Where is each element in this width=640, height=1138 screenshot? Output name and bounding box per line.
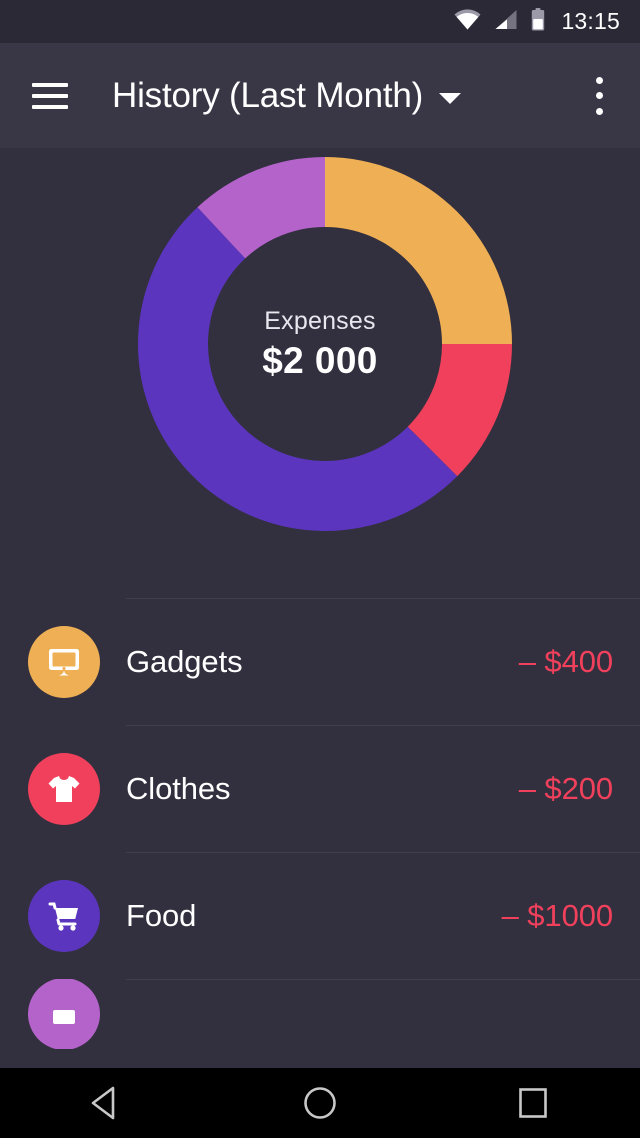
category-amount: – $400 [518, 643, 613, 679]
home-circle-icon[interactable] [260, 1068, 380, 1138]
page-title: History (Last Month) [112, 75, 424, 115]
recents-square-icon[interactable] [473, 1068, 593, 1138]
category-name: Food [126, 897, 197, 933]
overflow-menu-icon[interactable] [584, 76, 614, 115]
category-name: Clothes [126, 770, 231, 806]
menu-bar-2 [32, 93, 68, 98]
status-bar: 13:15 [0, 0, 640, 43]
app-bar: History (Last Month) [0, 43, 640, 148]
donut-segment-gadgets[interactable] [325, 157, 512, 344]
category-row[interactable] [0, 979, 640, 1049]
category-icon [28, 979, 100, 1049]
category-name: Gadgets [126, 643, 243, 679]
tshirt-icon [28, 752, 100, 825]
category-row[interactable]: Food – $1000 [0, 852, 640, 979]
cellular-signal-icon [494, 9, 518, 35]
overflow-dot-1 [595, 76, 603, 84]
overflow-dot-3 [595, 107, 603, 115]
battery-icon [531, 7, 545, 36]
expenses-donut-chart: Expenses $2 000 [0, 148, 640, 598]
menu-bar-3 [32, 104, 68, 109]
phone-screen: 13:15 History (Last Month) Expenses $2 0… [0, 0, 640, 1138]
menu-bar-1 [32, 82, 68, 87]
category-list: Gadgets – $400 Clothes – $200 Food – $1000 [0, 598, 640, 1049]
category-amount: – $200 [518, 770, 613, 806]
status-time: 13:15 [561, 8, 620, 34]
donut-segments [138, 157, 512, 531]
donut-svg [138, 157, 512, 531]
category-row[interactable]: Clothes – $200 [0, 725, 640, 852]
overflow-dot-2 [595, 92, 603, 99]
category-row[interactable]: Gadgets – $400 [0, 598, 640, 725]
title-dropdown[interactable]: History (Last Month) [112, 75, 462, 116]
content-area: Expenses $2 000 Gadgets – $400 Clothes – $2… [0, 148, 640, 1068]
category-amount: – $1000 [501, 897, 613, 933]
hamburger-menu-icon[interactable] [32, 82, 68, 109]
back-triangle-icon[interactable] [47, 1068, 167, 1138]
chevron-down-icon[interactable] [439, 93, 462, 104]
android-navigation-bar [0, 1068, 640, 1138]
shopping-cart-icon [28, 879, 100, 952]
monitor-icon [28, 625, 100, 698]
wifi-icon [454, 8, 481, 35]
